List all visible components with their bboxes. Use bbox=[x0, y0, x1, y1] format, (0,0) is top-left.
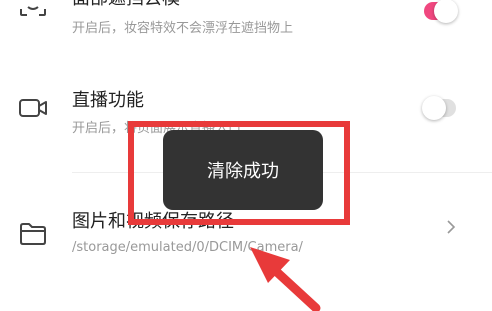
setting-title-live: 直播功能 bbox=[72, 90, 144, 111]
face-frame-icon bbox=[20, 6, 46, 16]
toggle-knob bbox=[422, 96, 446, 120]
save-path-value: /storage/emulated/0/DCIM/Camera/ bbox=[72, 240, 303, 255]
toggle-knob bbox=[434, 0, 458, 23]
annotation-highlight-box bbox=[128, 121, 350, 225]
setting-subtitle-face: 开启后，妆容特效不会漂浮在遮挡物上 bbox=[72, 21, 294, 36]
video-camera-icon bbox=[19, 99, 47, 117]
folder-icon bbox=[20, 223, 46, 245]
live-toggle[interactable] bbox=[422, 96, 456, 120]
face-toggle[interactable] bbox=[424, 0, 458, 23]
chevron-right-icon[interactable] bbox=[444, 218, 458, 236]
setting-title-face: 面部遮挡去模 bbox=[72, 0, 180, 10]
setting-row-face[interactable]: 面部遮挡去模 开启后，妆容特效不会漂浮在遮挡物上 bbox=[0, 0, 492, 60]
